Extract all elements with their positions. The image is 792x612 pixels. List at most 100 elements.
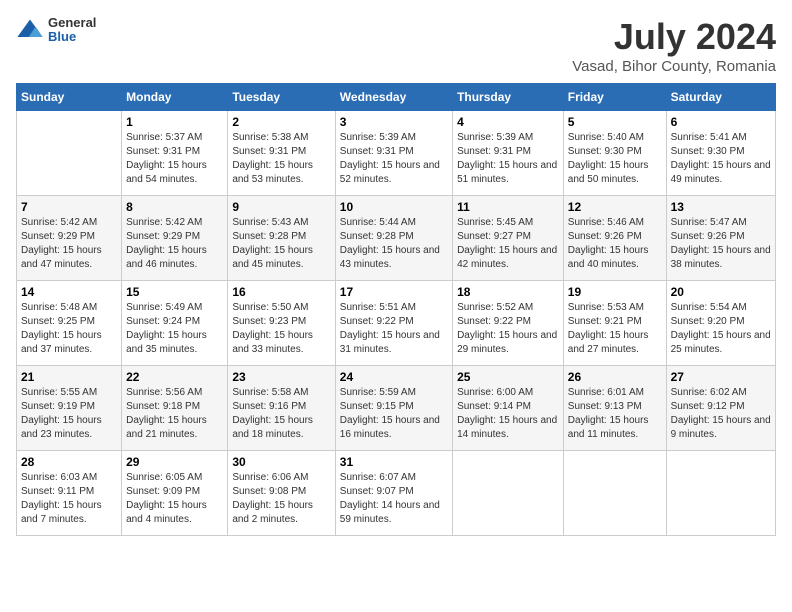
day-info: Sunrise: 6:03 AMSunset: 9:11 PMDaylight:…: [21, 471, 117, 527]
day-number: 8: [126, 200, 223, 214]
day-info: Sunrise: 5:44 AMSunset: 9:28 PMDaylight:…: [340, 216, 448, 272]
day-number: 6: [671, 115, 771, 129]
day-info: Sunrise: 5:48 AMSunset: 9:25 PMDaylight:…: [21, 301, 117, 357]
day-number: 28: [21, 455, 117, 469]
calendar-cell: 28 Sunrise: 6:03 AMSunset: 9:11 PMDayligh…: [17, 451, 122, 536]
day-info: Sunrise: 5:52 AMSunset: 9:22 PMDaylight:…: [457, 301, 559, 357]
day-info: Sunrise: 5:39 AMSunset: 9:31 PMDaylight:…: [457, 131, 559, 187]
day-info: Sunrise: 5:59 AMSunset: 9:15 PMDaylight:…: [340, 386, 448, 442]
calendar-cell: 16 Sunrise: 5:50 AMSunset: 9:23 PMDayligh…: [228, 281, 335, 366]
header: General Blue July 2024 Vasad, Bihor Coun…: [16, 16, 776, 75]
calendar-cell: 6 Sunrise: 5:41 AMSunset: 9:30 PMDaylight…: [666, 111, 775, 196]
calendar-cell: 20 Sunrise: 5:54 AMSunset: 9:20 PMDayligh…: [666, 281, 775, 366]
day-number: 14: [21, 285, 117, 299]
day-info: Sunrise: 5:46 AMSunset: 9:26 PMDaylight:…: [568, 216, 662, 272]
day-info: Sunrise: 5:49 AMSunset: 9:24 PMDaylight:…: [126, 301, 223, 357]
calendar-cell: 9 Sunrise: 5:43 AMSunset: 9:28 PMDaylight…: [228, 196, 335, 281]
calendar-week-3: 14 Sunrise: 5:48 AMSunset: 9:25 PMDayligh…: [17, 281, 776, 366]
calendar-cell: 13Sunrise: 5:47 AMSunset: 9:26 PMDayligh…: [666, 196, 775, 281]
day-number: 1: [126, 115, 223, 129]
calendar-week-1: 1 Sunrise: 5:37 AMSunset: 9:31 PMDaylight…: [17, 111, 776, 196]
location-subtitle: Vasad, Bihor County, Romania: [572, 58, 776, 75]
day-info: Sunrise: 6:01 AMSunset: 9:13 PMDaylight:…: [568, 386, 662, 442]
calendar-week-4: 21 Sunrise: 5:55 AMSunset: 9:19 PMDayligh…: [17, 366, 776, 451]
day-info: Sunrise: 5:55 AMSunset: 9:19 PMDaylight:…: [21, 386, 117, 442]
day-info: Sunrise: 6:00 AMSunset: 9:14 PMDaylight:…: [457, 386, 559, 442]
day-number: 10: [340, 200, 448, 214]
day-info: Sunrise: 5:41 AMSunset: 9:30 PMDaylight:…: [671, 131, 771, 187]
day-info: Sunrise: 5:47 AMSunset: 9:26 PMDaylight:…: [671, 216, 771, 272]
day-info: Sunrise: 5:40 AMSunset: 9:30 PMDaylight:…: [568, 131, 662, 187]
day-number: 20: [671, 285, 771, 299]
calendar-cell: 14 Sunrise: 5:48 AMSunset: 9:25 PMDayligh…: [17, 281, 122, 366]
day-number: 3: [340, 115, 448, 129]
day-number: 17: [340, 285, 448, 299]
day-info: Sunrise: 5:56 AMSunset: 9:18 PMDaylight:…: [126, 386, 223, 442]
calendar-cell: 7Sunrise: 5:42 AMSunset: 9:29 PMDaylight…: [17, 196, 122, 281]
day-info: Sunrise: 5:58 AMSunset: 9:16 PMDaylight:…: [232, 386, 330, 442]
day-info: Sunrise: 5:54 AMSunset: 9:20 PMDaylight:…: [671, 301, 771, 357]
weekday-header-sunday: Sunday: [17, 84, 122, 111]
day-info: Sunrise: 6:07 AMSunset: 9:07 PMDaylight:…: [340, 471, 448, 527]
calendar-cell: 8Sunrise: 5:42 AMSunset: 9:29 PMDaylight…: [122, 196, 228, 281]
calendar-cell: 19 Sunrise: 5:53 AMSunset: 9:21 PMDayligh…: [563, 281, 666, 366]
day-number: 27: [671, 370, 771, 384]
calendar-cell: 25 Sunrise: 6:00 AMSunset: 9:14 PMDayligh…: [453, 366, 564, 451]
calendar-cell: 10 Sunrise: 5:44 AMSunset: 9:28 PMDayligh…: [335, 196, 452, 281]
weekday-header-row: SundayMondayTuesdayWednesdayThursdayFrid…: [17, 84, 776, 111]
calendar-cell: [563, 451, 666, 536]
day-number: 22: [126, 370, 223, 384]
calendar-cell: 24Sunrise: 5:59 AMSunset: 9:15 PMDayligh…: [335, 366, 452, 451]
calendar-cell: 31 Sunrise: 6:07 AMSunset: 9:07 PMDayligh…: [335, 451, 452, 536]
calendar-cell: [453, 451, 564, 536]
calendar-cell: 17 Sunrise: 5:51 AMSunset: 9:22 PMDayligh…: [335, 281, 452, 366]
calendar-table: SundayMondayTuesdayWednesdayThursdayFrid…: [16, 83, 776, 536]
day-number: 11: [457, 200, 559, 214]
day-info: Sunrise: 6:06 AMSunset: 9:08 PMDaylight:…: [232, 471, 330, 527]
logo: General Blue: [16, 16, 96, 45]
day-info: Sunrise: 5:38 AMSunset: 9:31 PMDaylight:…: [232, 131, 330, 187]
weekday-header-friday: Friday: [563, 84, 666, 111]
title-section: July 2024 Vasad, Bihor County, Romania: [572, 16, 776, 75]
weekday-header-thursday: Thursday: [453, 84, 564, 111]
calendar-cell: 5 Sunrise: 5:40 AMSunset: 9:30 PMDaylight…: [563, 111, 666, 196]
calendar-week-5: 28 Sunrise: 6:03 AMSunset: 9:11 PMDayligh…: [17, 451, 776, 536]
calendar-container: General Blue July 2024 Vasad, Bihor Coun…: [16, 16, 776, 536]
logo-icon: [16, 16, 44, 44]
calendar-cell: 12Sunrise: 5:46 AMSunset: 9:26 PMDayligh…: [563, 196, 666, 281]
day-info: Sunrise: 5:45 AMSunset: 9:27 PMDaylight:…: [457, 216, 559, 272]
calendar-body: 1 Sunrise: 5:37 AMSunset: 9:31 PMDaylight…: [17, 111, 776, 536]
day-info: Sunrise: 5:37 AMSunset: 9:31 PMDaylight:…: [126, 131, 223, 187]
day-number: 9: [232, 200, 330, 214]
day-info: Sunrise: 5:51 AMSunset: 9:22 PMDaylight:…: [340, 301, 448, 357]
day-number: 2: [232, 115, 330, 129]
day-number: 15: [126, 285, 223, 299]
day-number: 26: [568, 370, 662, 384]
day-info: Sunrise: 6:02 AMSunset: 9:12 PMDaylight:…: [671, 386, 771, 442]
calendar-cell: 22 Sunrise: 5:56 AMSunset: 9:18 PMDayligh…: [122, 366, 228, 451]
day-number: 25: [457, 370, 559, 384]
day-number: 23: [232, 370, 330, 384]
day-info: Sunrise: 5:50 AMSunset: 9:23 PMDaylight:…: [232, 301, 330, 357]
logo-text: General Blue: [48, 16, 96, 45]
logo-blue: Blue: [48, 30, 96, 44]
day-number: 16: [232, 285, 330, 299]
weekday-header-monday: Monday: [122, 84, 228, 111]
month-year-title: July 2024: [572, 16, 776, 58]
day-info: Sunrise: 5:43 AMSunset: 9:28 PMDaylight:…: [232, 216, 330, 272]
day-number: 4: [457, 115, 559, 129]
calendar-cell: 1 Sunrise: 5:37 AMSunset: 9:31 PMDaylight…: [122, 111, 228, 196]
calendar-week-2: 7Sunrise: 5:42 AMSunset: 9:29 PMDaylight…: [17, 196, 776, 281]
day-info: Sunrise: 5:53 AMSunset: 9:21 PMDaylight:…: [568, 301, 662, 357]
calendar-cell: 29Sunrise: 6:05 AMSunset: 9:09 PMDayligh…: [122, 451, 228, 536]
calendar-cell: 4 Sunrise: 5:39 AMSunset: 9:31 PMDaylight…: [453, 111, 564, 196]
day-info: Sunrise: 6:05 AMSunset: 9:09 PMDaylight:…: [126, 471, 223, 527]
day-number: 5: [568, 115, 662, 129]
day-number: 21: [21, 370, 117, 384]
calendar-cell: 18Sunrise: 5:52 AMSunset: 9:22 PMDayligh…: [453, 281, 564, 366]
calendar-cell: 2 Sunrise: 5:38 AMSunset: 9:31 PMDaylight…: [228, 111, 335, 196]
day-number: 19: [568, 285, 662, 299]
weekday-header-tuesday: Tuesday: [228, 84, 335, 111]
day-number: 31: [340, 455, 448, 469]
day-number: 7: [21, 200, 117, 214]
